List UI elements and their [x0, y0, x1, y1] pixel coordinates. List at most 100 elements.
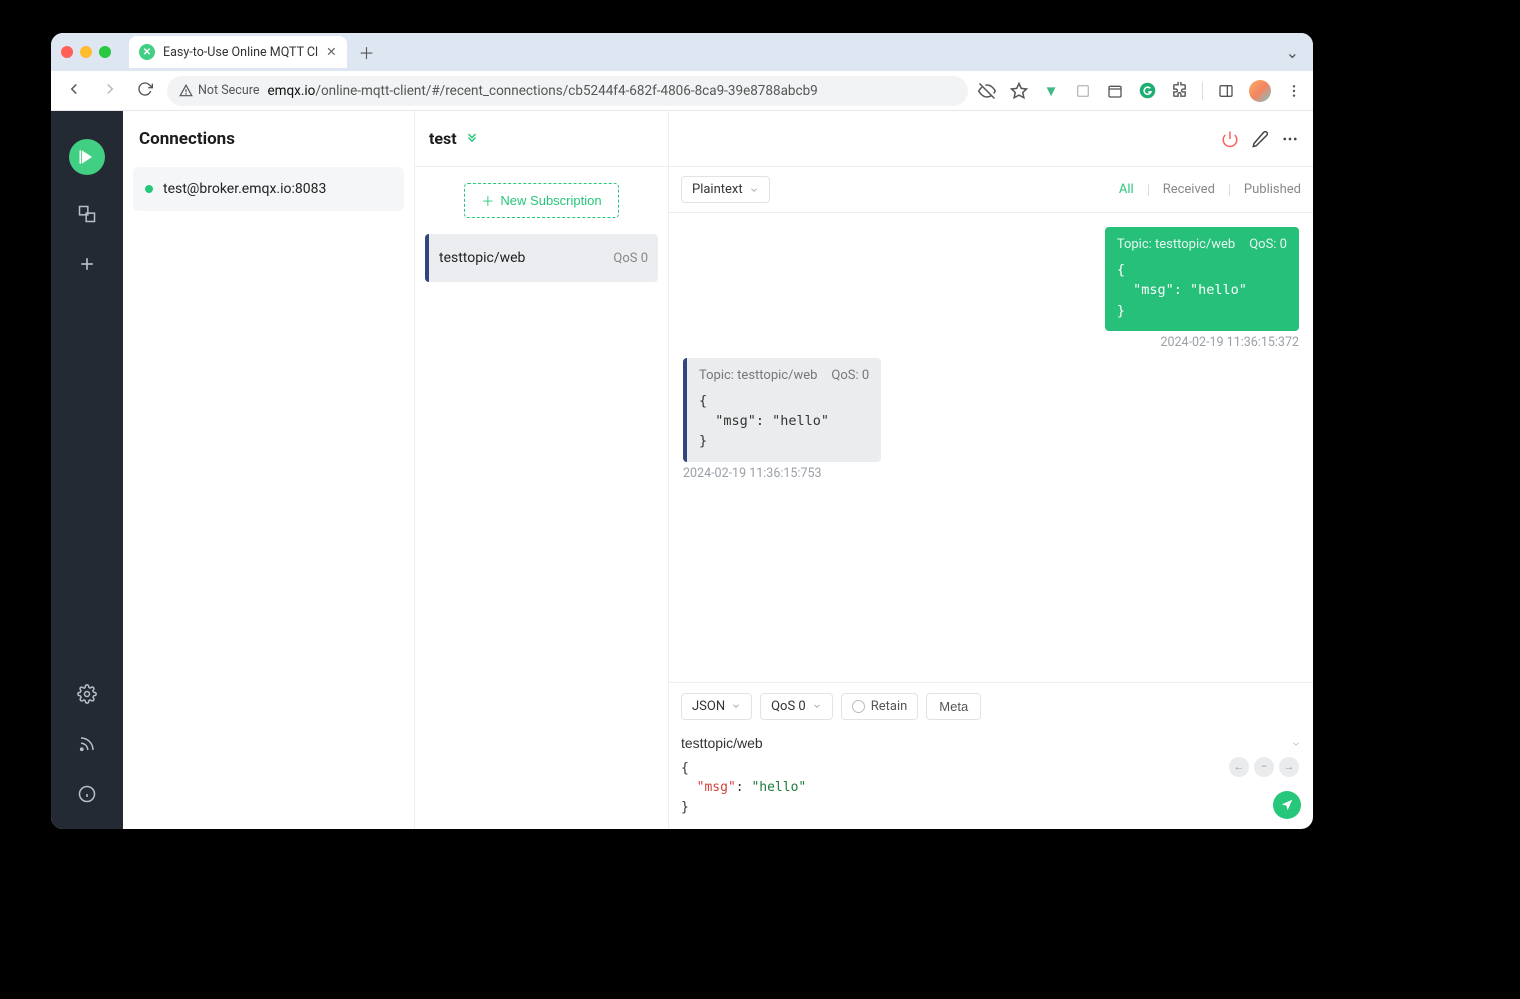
message-payload: { "msg": "hello" } — [1117, 260, 1287, 321]
chevron-down-icon — [731, 701, 741, 711]
send-button[interactable] — [1273, 791, 1301, 819]
message-timestamp: 2024-02-19 11:36:15:372 — [1160, 335, 1299, 350]
extension-calendar-icon[interactable] — [1106, 82, 1124, 100]
nav-back-button[interactable] — [61, 76, 87, 106]
expand-chevron-icon[interactable] — [465, 129, 479, 148]
browser-menu-icon[interactable] — [1285, 82, 1303, 100]
security-indicator[interactable]: Not Secure — [179, 83, 259, 98]
chevron-down-icon — [812, 701, 822, 711]
message-bubble[interactable]: Topic: testtopic/web QoS: 0 { "msg": "he… — [683, 358, 881, 462]
message-qos: QoS: 0 — [831, 368, 869, 383]
nav-reload-button[interactable] — [133, 77, 157, 105]
retain-label: Retain — [871, 699, 908, 714]
plus-icon: ＋ — [481, 191, 494, 210]
warning-triangle-icon — [179, 84, 193, 98]
topic-input[interactable] — [681, 735, 1291, 751]
main-panel: Plaintext All Received Published Topic: — [669, 111, 1313, 829]
new-connection-icon[interactable] — [76, 253, 98, 275]
sidepanel-icon[interactable] — [1217, 82, 1235, 100]
message-topic: Topic: testtopic/web — [1117, 237, 1235, 252]
extension-square-icon[interactable] — [1074, 82, 1092, 100]
connection-item[interactable]: test@broker.emqx.io:8083 — [133, 167, 404, 211]
message-received: Topic: testtopic/web QoS: 0 { "msg": "he… — [683, 358, 1299, 481]
new-subscription-button[interactable]: ＋ New Subscription — [464, 183, 618, 218]
connections-title: Connections — [123, 111, 414, 163]
chevron-down-icon — [749, 185, 759, 195]
feed-icon[interactable] — [76, 733, 98, 755]
payload-format-dropdown[interactable]: JSON — [681, 693, 752, 720]
minimize-window-button[interactable] — [80, 46, 92, 58]
message-payload: { "msg": "hello" } — [699, 391, 869, 452]
editor-next-button[interactable]: → — [1279, 757, 1299, 777]
browser-window: ✕ Easy-to-Use Online MQTT Cl ✕ ＋ ⌄ Not S… — [51, 33, 1313, 829]
address-input[interactable]: Not Secure emqx.io/online-mqtt-client/#/… — [167, 76, 968, 106]
profile-avatar[interactable] — [1249, 80, 1271, 102]
seg-divider — [1229, 184, 1230, 196]
format-dropdown[interactable]: Plaintext — [681, 176, 770, 203]
browser-addressbar: Not Secure emqx.io/online-mqtt-client/#/… — [51, 71, 1313, 111]
eye-off-icon[interactable] — [978, 82, 996, 100]
seg-divider — [1148, 184, 1149, 196]
message-filter-segments: All Received Published — [1119, 182, 1301, 197]
browser-tab[interactable]: ✕ Easy-to-Use Online MQTT Cl ✕ — [129, 36, 347, 68]
new-subscription-label: New Subscription — [500, 193, 601, 208]
qos-dropdown[interactable]: QoS 0 — [760, 693, 833, 720]
vue-devtools-icon[interactable]: ▼ — [1042, 82, 1060, 100]
extension-grammarly-icon[interactable] — [1138, 82, 1156, 100]
more-menu-button[interactable] — [1281, 130, 1299, 148]
tab-title: Easy-to-Use Online MQTT Cl — [163, 45, 318, 60]
nav-rail — [51, 111, 123, 829]
message-sent: Topic: testtopic/web QoS: 0 { "msg": "he… — [683, 227, 1299, 350]
radio-icon — [852, 700, 865, 713]
meta-button[interactable]: Meta — [926, 693, 981, 720]
connections-icon[interactable] — [76, 203, 98, 225]
app-logo[interactable] — [69, 139, 105, 175]
url-text: emqx.io/online-mqtt-client/#/recent_conn… — [267, 83, 817, 99]
subscription-qos: QoS 0 — [613, 251, 648, 266]
info-icon[interactable] — [76, 783, 98, 805]
browser-tabbar: ✕ Easy-to-Use Online MQTT Cl ✕ ＋ ⌄ — [51, 33, 1313, 71]
editor-minus-button[interactable]: − — [1254, 757, 1274, 777]
filter-published[interactable]: Published — [1244, 182, 1301, 197]
filter-received[interactable]: Received — [1163, 182, 1215, 197]
message-topic: Topic: testtopic/web — [699, 368, 817, 383]
subscription-item[interactable]: testtopic/web QoS 0 — [425, 234, 658, 282]
new-tab-button[interactable]: ＋ — [355, 40, 379, 64]
status-dot-icon — [145, 185, 153, 193]
composer: JSON QoS 0 Retain Meta — [669, 682, 1313, 830]
tab-close-icon[interactable]: ✕ — [326, 44, 336, 60]
settings-icon[interactable] — [76, 683, 98, 705]
extensions-puzzle-icon[interactable] — [1170, 82, 1188, 100]
editor-prev-button[interactable]: ← — [1229, 757, 1249, 777]
nav-forward-button[interactable] — [97, 76, 123, 106]
toolbar-icons: ▼ — [978, 80, 1303, 102]
not-secure-label: Not Secure — [198, 83, 259, 98]
payload-editor[interactable]: { "msg": "hello" } — [681, 759, 1301, 818]
toolbar-divider — [1202, 82, 1203, 100]
format-label: Plaintext — [692, 182, 743, 197]
disconnect-button[interactable] — [1221, 130, 1239, 148]
subscription-topic: testtopic/web — [439, 250, 525, 266]
message-bubble[interactable]: Topic: testtopic/web QoS: 0 { "msg": "he… — [1105, 227, 1299, 331]
payload-format-label: JSON — [692, 699, 725, 714]
connection-name: test — [429, 129, 457, 148]
main-header — [669, 111, 1313, 167]
connections-panel: Connections test@broker.emqx.io:8083 — [123, 111, 415, 829]
tab-favicon-icon: ✕ — [139, 44, 155, 60]
tab-list-chevron-icon[interactable]: ⌄ — [1282, 39, 1303, 66]
edit-button[interactable] — [1251, 130, 1269, 148]
messages-list[interactable]: Topic: testtopic/web QoS: 0 { "msg": "he… — [669, 213, 1313, 682]
maximize-window-button[interactable] — [99, 46, 111, 58]
close-window-button[interactable] — [61, 46, 73, 58]
connection-label: test@broker.emqx.io:8083 — [163, 181, 326, 197]
message-timestamp: 2024-02-19 11:36:15:753 — [683, 466, 822, 481]
window-controls — [61, 46, 111, 58]
filter-all[interactable]: All — [1119, 182, 1134, 197]
connection-header: test — [415, 111, 668, 167]
filter-bar: Plaintext All Received Published — [669, 167, 1313, 213]
topic-history-chevron-icon[interactable] — [1291, 734, 1301, 753]
subscriptions-panel: test ＋ New Subscription testtopic/web Qo… — [415, 111, 669, 829]
star-icon[interactable] — [1010, 82, 1028, 100]
app-root: Connections test@broker.emqx.io:8083 tes… — [51, 111, 1313, 829]
retain-toggle[interactable]: Retain — [841, 693, 919, 720]
